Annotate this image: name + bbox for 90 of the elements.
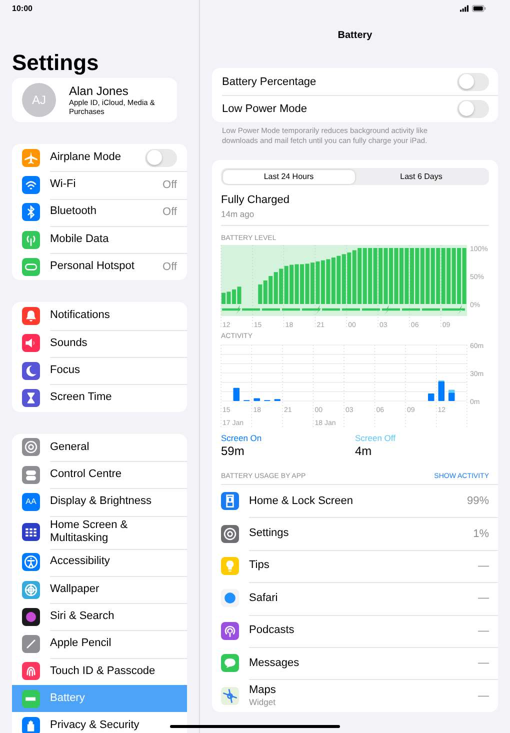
app-usage-row[interactable]: Home & Lock Screen 99% xyxy=(221,485,498,518)
row-value: Off xyxy=(162,260,177,273)
app-usage-row[interactable]: Messages — xyxy=(221,646,498,680)
orb-icon xyxy=(22,608,40,626)
airplane-icon xyxy=(22,148,40,167)
app-name: Messages xyxy=(249,656,300,670)
charge-status: Fully Charged xyxy=(221,194,290,207)
app-usage-row[interactable]: Tips — xyxy=(221,550,498,582)
usage-value: 99% xyxy=(466,495,489,508)
usage-value: 1% xyxy=(473,528,489,540)
row-value: Off xyxy=(162,206,177,218)
lightbulb-icon xyxy=(221,556,239,575)
settings-row[interactable]: Personal Hotspot Off xyxy=(12,253,187,280)
settings-row[interactable]: Control Centre xyxy=(12,460,187,488)
signal-icon xyxy=(460,5,469,12)
stat-label: Screen On xyxy=(221,433,263,444)
segment-tab[interactable]: Last 24 Hours xyxy=(222,170,355,184)
setting-label: Battery Percentage xyxy=(222,76,316,88)
settings-row[interactable]: Home Screen & Multitasking xyxy=(12,516,187,549)
app-usage-row[interactable]: Maps Widget — xyxy=(221,679,498,712)
settings-row[interactable]: Privacy & Security xyxy=(12,712,187,733)
fingerprint-icon xyxy=(22,662,40,680)
charge-time: 14m ago xyxy=(221,209,256,220)
usage-value: — xyxy=(478,592,489,604)
app-usage-row[interactable]: Podcasts — xyxy=(221,614,498,647)
stat-value: 4m xyxy=(355,444,373,459)
settings-row[interactable]: Notifications xyxy=(12,302,187,330)
setting-label: Low Power Mode xyxy=(222,102,307,114)
row-value: Off xyxy=(162,178,177,191)
segment-tab[interactable]: Last 6 Days xyxy=(355,170,488,184)
settings-row[interactable]: Touch ID & Passcode xyxy=(12,658,187,686)
battery-status-icon xyxy=(472,5,486,12)
settings-row[interactable]: Wi-Fi Off xyxy=(12,171,187,199)
app-usage-row[interactable]: Safari — xyxy=(221,582,498,615)
speaker-icon xyxy=(22,334,40,352)
status-time: 10:00 xyxy=(12,3,34,14)
bluetooth-icon xyxy=(22,203,40,222)
app-usage-row[interactable]: Settings 1% xyxy=(221,517,498,550)
settings-row[interactable]: Airplane Mode xyxy=(12,144,187,172)
hourglass-icon xyxy=(22,389,40,408)
bar xyxy=(428,394,434,401)
settings-row[interactable]: General xyxy=(12,434,187,461)
toggles-icon xyxy=(22,466,40,484)
settings-row[interactable]: Apple Pencil xyxy=(12,630,187,658)
toggle-switch[interactable] xyxy=(457,72,489,90)
moon-icon xyxy=(22,362,40,380)
stat-value: 59m xyxy=(221,444,246,459)
battery-icon xyxy=(22,690,40,708)
usage-value: — xyxy=(478,560,489,572)
app-grid-icon xyxy=(22,523,40,542)
bar xyxy=(448,390,455,393)
settings-row[interactable]: Screen Time xyxy=(12,384,187,412)
profile-name: Alan Jones xyxy=(69,84,130,98)
app-name: Podcasts xyxy=(249,624,296,638)
usage-value: — xyxy=(478,690,489,702)
usage-value: — xyxy=(478,657,489,670)
app-name: Home & Lock Screen xyxy=(249,494,354,508)
bar xyxy=(254,398,260,401)
settings-row[interactable]: Siri & Search xyxy=(12,603,187,630)
settings-row[interactable]: Sounds xyxy=(12,330,187,358)
page-title: Settings xyxy=(12,50,100,76)
bar xyxy=(438,381,444,401)
usage-value: — xyxy=(478,624,489,637)
speech-bubble-icon xyxy=(221,654,239,672)
antenna-icon xyxy=(22,230,40,249)
avatar-initials: AJ xyxy=(22,83,56,117)
settings-row[interactable]: Mobile Data xyxy=(12,226,187,254)
bell-icon xyxy=(22,307,40,326)
settings-row[interactable]: Accessibility xyxy=(12,548,187,576)
page-title: Battery xyxy=(336,30,374,42)
app-subtitle: Widget xyxy=(249,696,276,708)
podcast-icon xyxy=(221,622,239,640)
wifi-icon xyxy=(22,176,40,194)
app-name: Maps xyxy=(249,684,277,697)
app-name: Safari xyxy=(249,592,279,605)
pencil-icon xyxy=(22,635,40,654)
accessibility-icon xyxy=(22,553,40,572)
bar xyxy=(233,388,240,401)
toggle-switch[interactable] xyxy=(457,100,489,118)
settings-row[interactable]: Focus xyxy=(12,357,187,384)
app-name: Tips xyxy=(249,559,270,572)
app-name: Settings xyxy=(249,527,290,540)
display-icon: AA xyxy=(22,492,40,511)
toggle-switch[interactable] xyxy=(145,148,177,167)
settings-row[interactable]: Bluetooth Off xyxy=(12,198,187,226)
settings-row[interactable]: AA Display & Brightness xyxy=(12,488,187,516)
bar xyxy=(448,392,455,401)
stat-label: Screen Off xyxy=(355,433,396,444)
phone-screen-icon xyxy=(221,492,239,510)
settings-row[interactable]: Wallpaper xyxy=(12,576,187,604)
